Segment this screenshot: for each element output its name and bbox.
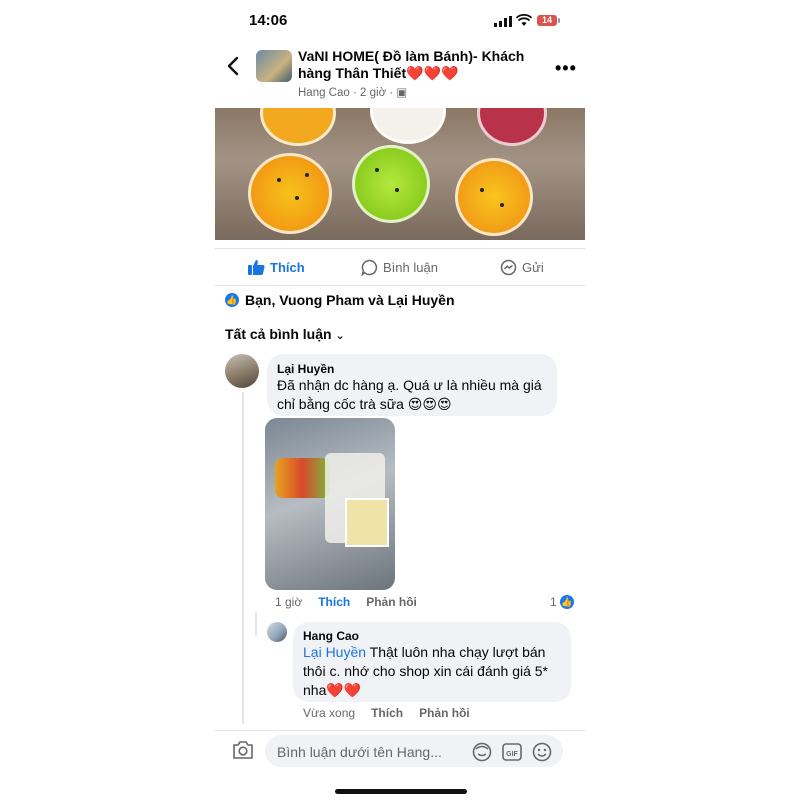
- thread-line: [242, 392, 244, 724]
- reaction-count-value: 1: [550, 595, 557, 609]
- comment-meta: 1 giờ Thích Phản hồi: [275, 595, 417, 609]
- seed-dot: [305, 173, 309, 177]
- reply-meta: Vừa xong Thích Phản hồi: [303, 706, 470, 720]
- signal-icon: [494, 16, 512, 27]
- status-bar: 14:06 14: [215, 12, 585, 32]
- send-button[interactable]: Gửi: [500, 259, 544, 276]
- emoji-icon[interactable]: [531, 741, 553, 763]
- like-reaction-icon: 👍: [225, 293, 239, 307]
- comment-composer: GIF: [215, 730, 585, 771]
- comment-reaction-count[interactable]: 1 👍: [550, 595, 574, 609]
- replier-name[interactable]: Hang Cao: [303, 629, 359, 643]
- reply-reply-button[interactable]: Phản hồi: [419, 706, 470, 720]
- comment-attachment-photo[interactable]: [265, 418, 395, 590]
- like-label: Thích: [270, 259, 305, 275]
- thumbs-up-icon: [248, 260, 265, 275]
- messenger-icon: [500, 259, 517, 276]
- status-time: 14:06: [249, 12, 288, 29]
- battery-icon: 14: [537, 15, 560, 26]
- reply-text: Lại Huyền Thật luôn nha chạy lượt bán th…: [303, 643, 565, 700]
- gif-icon[interactable]: GIF: [501, 741, 523, 763]
- seed-dot: [295, 196, 299, 200]
- post-photo[interactable]: [215, 108, 585, 240]
- cup-image: [248, 153, 332, 234]
- package-shape: [345, 498, 389, 547]
- group-title[interactable]: VaNI HOME( Đồ làm Bánh)- Khách hàng Thân…: [298, 48, 538, 82]
- wifi-icon: [516, 14, 532, 26]
- mention-link[interactable]: Lại Huyền: [303, 644, 366, 660]
- post-header: VaNI HOME( Đồ làm Bánh)- Khách hàng Thân…: [215, 44, 585, 106]
- thread-line: [255, 612, 257, 636]
- reply-bubble: Hang Cao Lại Huyền Thật luôn nha chạy lư…: [293, 622, 571, 702]
- title-hearts: ❤️❤️❤️: [406, 65, 459, 81]
- cup-image: [260, 108, 336, 146]
- seed-dot: [375, 168, 379, 172]
- comment-filter-label: Tất cả bình luận: [225, 326, 332, 342]
- reaction-summary[interactable]: 👍 Bạn, Vuong Pham và Lại Huyền: [225, 292, 455, 308]
- home-indicator[interactable]: [335, 789, 467, 794]
- comment-reply-button[interactable]: Phản hồi: [366, 595, 417, 609]
- commenter-name[interactable]: Lại Huyền: [277, 362, 334, 376]
- reply-like-button[interactable]: Thích: [371, 706, 403, 720]
- group-avatar[interactable]: [256, 50, 292, 82]
- post-time[interactable]: 2 giờ: [360, 87, 386, 99]
- package-shape: [275, 458, 330, 498]
- camera-icon[interactable]: [232, 740, 254, 760]
- cup-image: [477, 108, 547, 146]
- cup-image: [370, 108, 446, 144]
- reaction-text: Bạn, Vuong Pham và Lại Huyền: [245, 292, 455, 308]
- seed-dot: [395, 188, 399, 192]
- avatar-sticker-icon[interactable]: [471, 741, 493, 763]
- seed-dot: [500, 203, 504, 207]
- avatar[interactable]: [267, 622, 287, 642]
- post-author[interactable]: Hang Cao: [298, 87, 350, 99]
- comment-input-box: GIF: [265, 735, 563, 769]
- post-meta: Hang Cao · 2 giờ · ▣: [298, 87, 408, 99]
- comment-text: Đã nhận dc hàng ạ. Quá ư là nhiều mà giá…: [277, 377, 542, 412]
- seed-dot: [277, 178, 281, 182]
- reply-time[interactable]: Vừa xong: [303, 706, 355, 720]
- seed-dot: [480, 188, 484, 192]
- comment-time[interactable]: 1 giờ: [275, 595, 302, 609]
- comment-button[interactable]: Bình luận: [361, 259, 438, 276]
- comment-bubble: Lại Huyền Đã nhận dc hàng ạ. Quá ư là nh…: [267, 354, 557, 416]
- comment-filter[interactable]: Tất cả bình luận ⌄: [225, 326, 345, 342]
- more-options-icon[interactable]: •••: [555, 58, 577, 79]
- comment-like-button[interactable]: Thích: [318, 595, 350, 609]
- app-screen: 14:06 14 VaNI HOME( Đồ làm Bánh)- Khách …: [215, 0, 585, 800]
- cup-image: [455, 158, 533, 236]
- like-button[interactable]: Thích: [248, 259, 305, 275]
- avatar[interactable]: [225, 354, 259, 388]
- post-action-bar: Thích Bình luận Gửi: [215, 248, 585, 286]
- comment-bubble-icon: [361, 259, 378, 276]
- group-privacy-icon: ▣: [396, 87, 408, 99]
- comment-label: Bình luận: [383, 260, 438, 275]
- back-arrow-icon[interactable]: [227, 56, 239, 76]
- cup-image: [352, 145, 430, 223]
- comment-input[interactable]: [275, 735, 464, 769]
- send-label: Gửi: [522, 260, 544, 275]
- svg-text:GIF: GIF: [506, 751, 518, 758]
- like-reaction-icon: 👍: [559, 595, 574, 609]
- chevron-down-icon: ⌄: [335, 330, 345, 342]
